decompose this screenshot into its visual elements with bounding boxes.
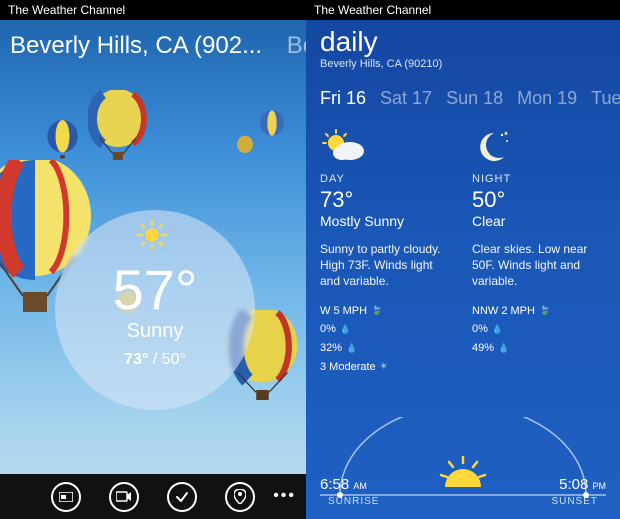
hi-lo: 73° / 50° (124, 351, 186, 369)
appbar-card-button[interactable] (51, 482, 81, 512)
night-description: Clear skies. Low near 50F. Winds light a… (472, 241, 606, 290)
appbar-location-button[interactable] (225, 482, 255, 512)
day-humidity: 32% (320, 339, 342, 358)
wind-icon: 🍃 (371, 303, 382, 318)
daily-forecast-panel: The Weather Channel daily Beverly Hills,… (306, 0, 620, 519)
appbar-more-button[interactable]: ••• (273, 487, 296, 505)
current-weather-panel: The Weather Channel Beverly Hills, CA (9… (0, 0, 306, 519)
daily-subtitle: Beverly Hills, CA (90210) (320, 58, 610, 70)
humidity-icon: 💧 (346, 341, 357, 356)
balloon-decor (235, 135, 255, 162)
balloon-decor (258, 110, 286, 147)
day-uv: 3 Moderate (320, 358, 376, 377)
night-humidity: 49% (472, 339, 494, 358)
uv-icon: ☀ (380, 359, 388, 374)
low-temp: 50° (162, 351, 186, 368)
night-label: NIGHT (472, 173, 606, 185)
app-title: The Weather Channel (314, 3, 431, 17)
day-condition: Mostly Sunny (320, 213, 454, 229)
status-bar-right: The Weather Channel (306, 0, 620, 20)
tab-sat-17[interactable]: Sat 17 (380, 88, 432, 109)
tab-mon-19[interactable]: Mon 19 (517, 88, 577, 109)
night-temp: 50° (472, 187, 606, 213)
balloon-decor (88, 90, 148, 170)
daily-header: daily Beverly Hills, CA (90210) (306, 20, 620, 70)
sunset-time: 5:08 PM (559, 476, 606, 493)
night-condition: Clear (472, 213, 606, 229)
appbar-check-button[interactable] (167, 482, 197, 512)
tab-sun-18[interactable]: Sun 18 (446, 88, 503, 109)
current-condition: Sunny (127, 320, 184, 343)
next-location-peek: Boo (287, 32, 306, 59)
location-name: Beverly Hills, CA (902... (10, 32, 262, 59)
day-column: DAY 73° Mostly Sunny Sunny to partly clo… (320, 127, 454, 376)
day-tabs: Fri 16 Sat 17 Sun 18 Mon 19 Tue (306, 70, 620, 117)
partly-sunny-icon (320, 127, 454, 167)
sun-arc: 6:58 AM SUNRISE 5:08 PM SUNSET (320, 417, 606, 507)
status-bar-left: The Weather Channel (0, 0, 306, 20)
drop-icon: 💧 (492, 322, 503, 337)
location-header[interactable]: Beverly Hills, CA (902... Boo (0, 20, 306, 60)
high-temp: 73° (124, 351, 148, 368)
app-bar: ••• (0, 474, 306, 519)
night-stats: NNW 2 MPH 🍃 0% 💧 49% 💧 (472, 302, 606, 358)
day-precip: 0% (320, 320, 336, 339)
tab-tue[interactable]: Tue (591, 88, 620, 109)
sunset-label: SUNSET (551, 496, 598, 507)
sunrise-label: SUNRISE (328, 496, 379, 507)
drop-icon: 💧 (340, 322, 351, 337)
current-weather-circle[interactable]: 57° Sunny 73° / 50° (55, 210, 255, 410)
day-label: DAY (320, 173, 454, 185)
day-temp: 73° (320, 187, 454, 213)
night-precip: 0% (472, 320, 488, 339)
balloon-decor (45, 120, 80, 167)
sun-icon (135, 218, 169, 257)
appbar-camera-button[interactable] (109, 482, 139, 512)
humidity-icon: 💧 (498, 341, 509, 356)
forecast-columns: DAY 73° Mostly Sunny Sunny to partly clo… (306, 117, 620, 376)
sunrise-time: 6:58 AM (320, 476, 367, 493)
current-temp: 57° (113, 262, 198, 318)
tab-fri-16[interactable]: Fri 16 (320, 88, 366, 109)
day-wind: W 5 MPH (320, 302, 367, 321)
night-wind: NNW 2 MPH (472, 302, 535, 321)
day-stats: W 5 MPH 🍃 0% 💧 32% 💧 3 Moderate ☀ (320, 302, 454, 377)
background-scene: 57° Sunny 73° / 50° (0, 60, 306, 474)
night-column: NIGHT 50° Clear Clear skies. Low near 50… (472, 127, 606, 376)
app-title: The Weather Channel (8, 3, 125, 17)
wind-icon: 🍃 (539, 303, 550, 318)
moon-icon (472, 127, 606, 167)
daily-title: daily (320, 26, 610, 58)
day-description: Sunny to partly cloudy. High 73F. Winds … (320, 241, 454, 290)
